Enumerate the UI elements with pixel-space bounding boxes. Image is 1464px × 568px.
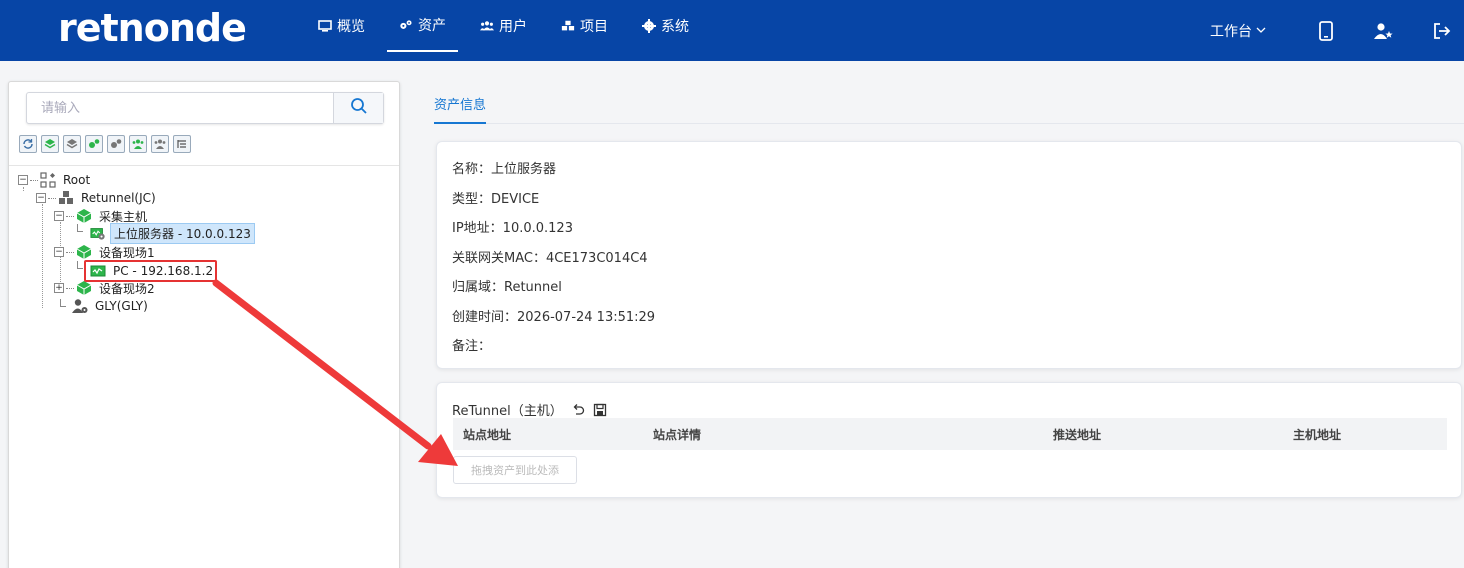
collapse-toggle[interactable]: − [54, 247, 64, 257]
asset-info-card: 名称：上位服务器 类型：DEVICE IP地址：10.0.0.123 关联网关M… [436, 141, 1462, 369]
layer-green-icon[interactable] [41, 135, 59, 153]
users-green-icon[interactable] [129, 135, 147, 153]
tree-search [26, 92, 384, 124]
sitemap-icon [40, 172, 56, 188]
tree-node-label: PC - 192.168.1.2 [113, 264, 214, 278]
tree-node-label: 设备现场1 [99, 245, 155, 260]
asset-drop-zone[interactable]: 拖拽资产到此处添 [453, 456, 577, 484]
tree-line [77, 261, 83, 269]
tree-line [42, 204, 43, 308]
tree-line [60, 299, 66, 307]
workbench-dropdown[interactable]: 工作台 [1210, 21, 1266, 41]
retunnel-card: ReTunnel（主机） 站点地址 站点详情 推送地址 主机地址 拖拽资产到此处… [436, 382, 1462, 498]
gears-icon [399, 18, 413, 32]
tab-asset-info[interactable]: 资产信息 [434, 88, 487, 124]
nav-system[interactable]: 系统 [630, 0, 701, 52]
nav-overview-label: 概览 [337, 19, 365, 35]
expand-toggle[interactable]: + [54, 283, 64, 293]
nav-overview[interactable]: 概览 [306, 0, 377, 52]
tree-node-label: GLY(GLY) [95, 299, 148, 313]
search-icon [350, 97, 368, 119]
header-actions: 工作台 [1210, 0, 1464, 61]
retunnel-table-header: 站点地址 站点详情 推送地址 主机地址 [453, 418, 1447, 450]
tree-line [30, 179, 38, 181]
col-site-address: 站点地址 [463, 428, 512, 442]
nav-assets[interactable]: 资产 [387, 0, 458, 52]
content-tabs: 资产信息 [434, 88, 1464, 124]
info-remark: 备注： [452, 339, 492, 354]
collapse-toggle[interactable]: − [18, 175, 28, 185]
retunnel-title: ReTunnel（主机） [452, 404, 563, 419]
users-icon [480, 19, 494, 33]
collapse-toggle[interactable]: − [54, 211, 64, 221]
tree-toolbar [19, 135, 195, 153]
save-icon[interactable] [593, 403, 607, 417]
tree-node-label: Retunnel(JC) [81, 191, 156, 205]
retunnel-header: ReTunnel（主机） [452, 400, 607, 419]
info-created: 创建时间：2026-07-24 13:51:29 [452, 310, 656, 325]
info-name: 名称：上位服务器 [452, 162, 557, 177]
tree-line [77, 224, 83, 232]
cubes-icon [561, 19, 575, 33]
refresh-icon[interactable] [19, 135, 37, 153]
brand-logo[interactable]: retnonde [58, 8, 247, 48]
undo-icon[interactable] [571, 403, 585, 417]
gears-green-icon[interactable] [85, 135, 103, 153]
tree-line [48, 197, 56, 199]
tree-node-label: 设备现场2 [99, 281, 155, 296]
info-domain: 归属域：Retunnel [452, 280, 562, 295]
top-navbar: retnonde 概览 资产 用户 项目 系统 工作台 [0, 0, 1464, 61]
users-gray-icon[interactable] [151, 135, 169, 153]
cube-green-icon [76, 208, 92, 224]
monitor-icon [318, 19, 332, 33]
tree-node-domain[interactable]: − Retunnel(JC) [36, 189, 159, 207]
tree-node-site1[interactable]: − 设备现场1 [54, 243, 158, 261]
logout-icon[interactable] [1432, 21, 1452, 41]
info-ip: IP地址：10.0.0.123 [452, 221, 573, 236]
search-button[interactable] [333, 93, 383, 123]
tree-line [66, 287, 74, 289]
tree-node-label: 上位服务器 - 10.0.0.123 [110, 222, 255, 244]
nav-users-label: 用户 [499, 19, 527, 35]
tree-node-upper-server[interactable]: 上位服务器 - 10.0.0.123 [90, 222, 255, 244]
mobile-icon[interactable] [1316, 20, 1336, 41]
search-input[interactable] [27, 93, 333, 123]
tree-node-site2[interactable]: + 设备现场2 [54, 279, 158, 297]
info-type: 类型：DEVICE [452, 192, 540, 207]
tree-node-pc[interactable]: PC - 192.168.1.2 [90, 262, 216, 280]
info-mac: 关联网关MAC：4CE173C014C4 [452, 251, 648, 266]
main-nav: 概览 资产 用户 项目 系统 [306, 0, 711, 61]
col-host-address: 主机地址 [1293, 428, 1342, 442]
chevron-down-icon [1256, 25, 1266, 36]
col-site-detail: 站点详情 [653, 428, 702, 442]
nav-projects-label: 项目 [580, 19, 608, 35]
user-gear-icon [72, 298, 88, 314]
layer-gray-icon[interactable] [63, 135, 81, 153]
cube-green-icon [76, 280, 92, 296]
cubes-icon [58, 190, 74, 206]
nav-assets-label: 资产 [418, 18, 446, 34]
user-star-icon[interactable] [1374, 21, 1394, 41]
device-gear-icon [90, 225, 106, 241]
nav-projects[interactable]: 项目 [549, 0, 620, 52]
gear-icon [642, 19, 656, 33]
gears-gray-icon[interactable] [107, 135, 125, 153]
nav-system-label: 系统 [661, 19, 689, 35]
nav-users[interactable]: 用户 [468, 0, 539, 52]
device-green-icon [90, 263, 106, 279]
tree-line [66, 251, 74, 253]
collapse-toggle[interactable]: − [36, 193, 46, 203]
col-push-address: 推送地址 [1053, 428, 1102, 442]
tree-line [66, 215, 74, 217]
workbench-label: 工作台 [1210, 23, 1252, 40]
tree-node-user[interactable]: GLY(GLY) [72, 297, 151, 315]
cube-green-icon [76, 244, 92, 260]
list-icon[interactable] [173, 135, 191, 153]
asset-tree-panel [8, 81, 400, 568]
panel-divider [9, 165, 399, 166]
tree-node-label: Root [63, 173, 91, 187]
tree-node-root[interactable]: − Root [18, 171, 93, 189]
